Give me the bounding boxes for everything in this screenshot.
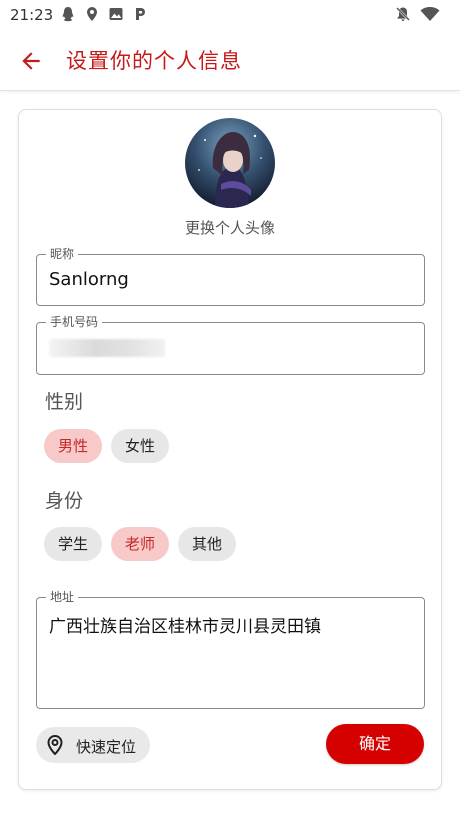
confirm-button[interactable]: 确定 [326,724,424,764]
address-input[interactable]: 广西壮族自治区桂林市灵川县灵田镇 [49,612,321,637]
location-icon [87,7,97,21]
image-icon [109,8,123,20]
gender-section-title: 性别 [45,391,84,413]
phone-field[interactable]: 手机号码 [36,313,425,375]
avatar-image [185,118,275,208]
change-avatar-link[interactable]: 更换个人头像 [19,217,441,238]
identity-chip-teacher[interactable]: 老师 [111,527,170,561]
app-bar: 设置你的个人信息 [0,30,460,91]
notifications-off-icon [396,7,410,21]
back-arrow-icon[interactable] [18,48,44,74]
phone-label: 手机号码 [46,313,103,330]
phone-input-redacted[interactable] [49,339,165,357]
status-time: 21:23 [10,6,54,24]
location-pin-icon [47,735,63,755]
page-title: 设置你的个人信息 [66,49,242,73]
profile-card: 更换个人头像 昵称 Sanlorng 手机号码 性别 男性 女性 身份 学生 老… [18,109,442,790]
p-icon [136,8,145,20]
gender-chip-female[interactable]: 女性 [111,429,170,463]
address-label: 地址 [46,588,79,605]
address-field[interactable]: 地址 广西壮族自治区桂林市灵川县灵田镇 [36,588,425,709]
gender-chip-male[interactable]: 男性 [44,429,103,463]
nickname-input[interactable]: Sanlorng [49,269,129,290]
nickname-label: 昵称 [46,245,79,262]
qq-icon [62,7,74,22]
avatar[interactable] [185,118,275,208]
nickname-field[interactable]: 昵称 Sanlorng [36,245,425,306]
identity-chip-other[interactable]: 其他 [178,527,237,561]
identity-section-title: 身份 [45,490,84,512]
quick-locate-button[interactable]: 快速定位 [36,727,150,763]
quick-locate-label: 快速定位 [76,738,137,756]
wifi-icon [420,7,440,21]
identity-chip-student[interactable]: 学生 [44,527,103,561]
status-bar: 21:23 [0,0,460,30]
